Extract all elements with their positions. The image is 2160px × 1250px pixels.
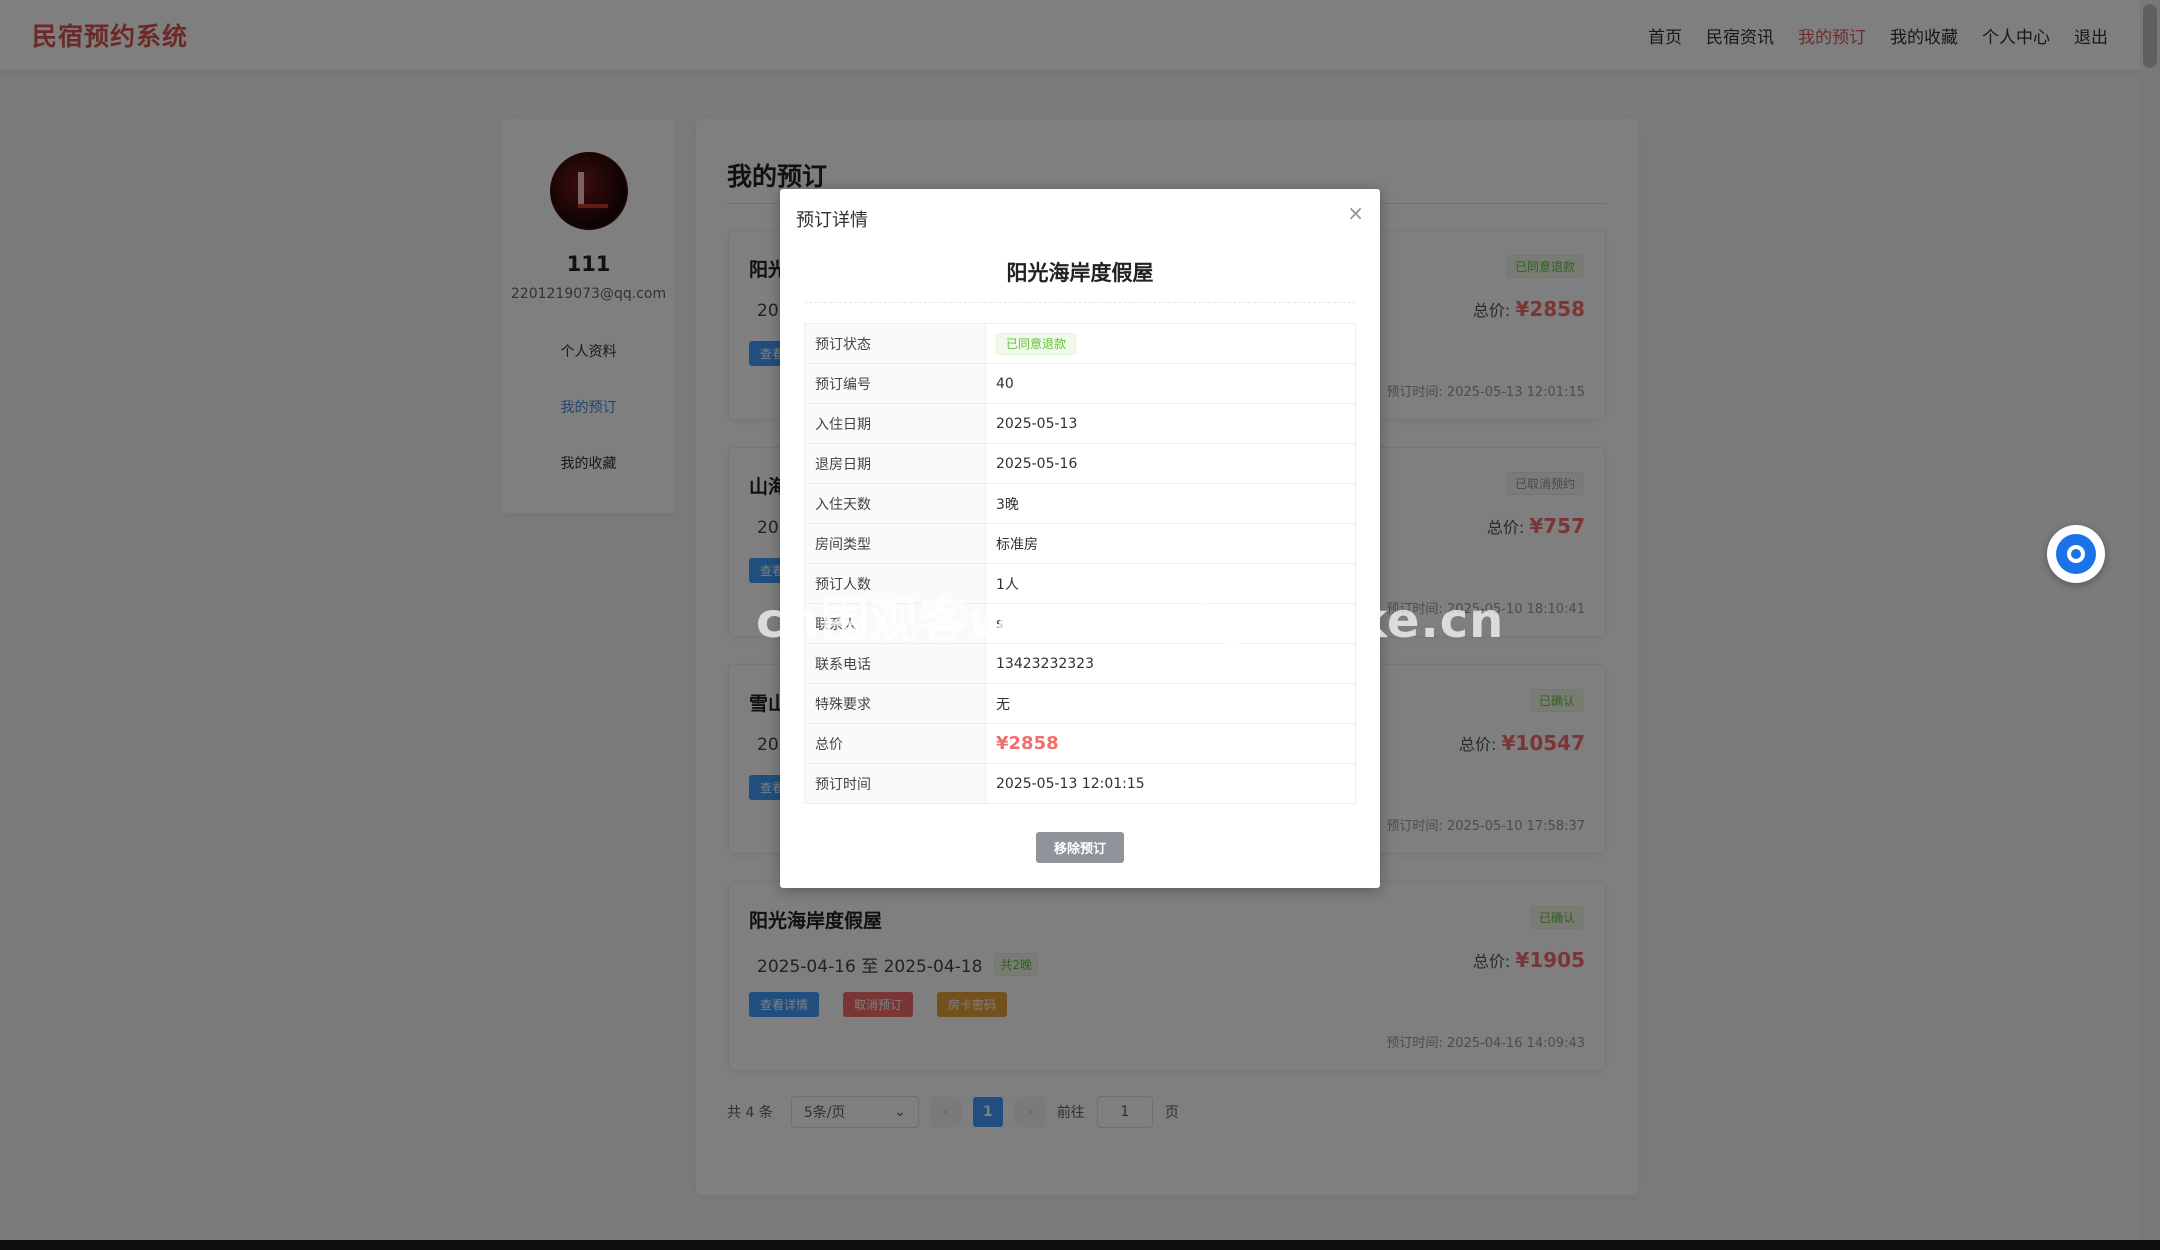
row-value: 40: [985, 363, 1356, 404]
row-value: 3晚: [985, 483, 1356, 524]
dialog-heading: 阳光海岸度假屋: [1006, 261, 1154, 285]
row-value: 无: [985, 683, 1356, 724]
row-label: 总价: [804, 723, 986, 764]
table-row: 预订编号 40: [804, 363, 1356, 404]
status-badge: 已同意退款: [996, 333, 1077, 355]
table-row: 预订时间 2025-05-13 12:01:15: [804, 763, 1356, 804]
row-label: 预订状态: [804, 323, 986, 364]
booking-detail-dialog: 预订详情 × 阳光海岸度假屋 预订状态 已同意退款 预订编号 40 入住日期 2025…: [780, 189, 1380, 888]
row-value: 标准房: [985, 523, 1356, 564]
floating-assistant-button[interactable]: [2047, 525, 2105, 583]
row-label: 入住日期: [804, 403, 986, 444]
row-value: 已同意退款: [985, 323, 1356, 364]
row-value: 2025-05-13 12:01:15: [985, 763, 1356, 804]
dialog-divider: [804, 302, 1356, 303]
assistant-icon: [2056, 534, 2096, 574]
row-label: 退房日期: [804, 443, 986, 484]
row-label: 入住天数: [804, 483, 986, 524]
row-label: 预订时间: [804, 763, 986, 804]
dialog-title: 预订详情: [796, 210, 868, 231]
table-row: 预订状态 已同意退款: [804, 323, 1356, 364]
close-icon[interactable]: ×: [1347, 201, 1364, 225]
table-row: 房间类型 标准房: [804, 523, 1356, 564]
table-row: 入住日期 2025-05-13: [804, 403, 1356, 444]
row-value: ¥2858: [985, 723, 1356, 764]
row-value: 2025-05-13: [985, 403, 1356, 444]
total-price: ¥2858: [996, 733, 1059, 754]
table-row: 退房日期 2025-05-16: [804, 443, 1356, 484]
table-row: 入住天数 3晚: [804, 483, 1356, 524]
detail-table: 预订状态 已同意退款 预订编号 40 入住日期 2025-05-13 退房日期 2025…: [804, 323, 1356, 804]
row-label: 预订编号: [804, 363, 986, 404]
row-value: 2025-05-16: [985, 443, 1356, 484]
watermark-text: cn围观客www.weiguanke.cn: [756, 593, 1505, 649]
table-row: 总价 ¥2858: [804, 723, 1356, 764]
row-label: 房间类型: [804, 523, 986, 564]
table-row: 特殊要求无: [804, 683, 1356, 724]
row-label: 特殊要求: [804, 683, 986, 724]
remove-booking-button[interactable]: 移除预订: [1036, 832, 1124, 863]
